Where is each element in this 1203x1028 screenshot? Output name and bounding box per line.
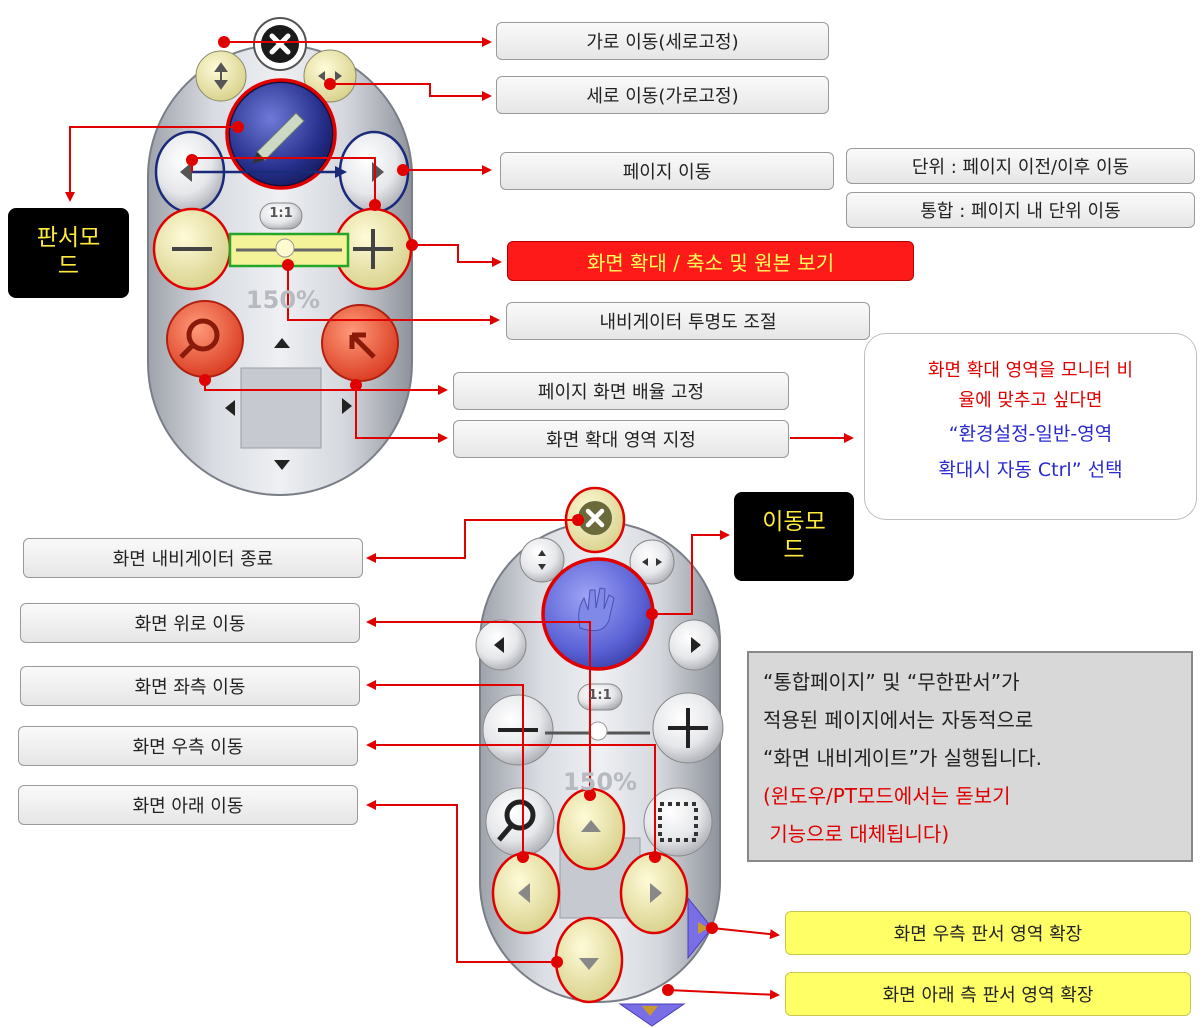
note-line-3: “화면 내비게이트”가 실행됩니다. <box>763 746 1042 770</box>
top-navigator <box>147 17 413 496</box>
note-line-1: “통합페이지” 및 “무한판서”가 <box>763 670 1020 694</box>
writing-mode-badge: 판서모드 <box>8 208 129 298</box>
label-move-down: 화면 아래 이동 <box>18 785 358 825</box>
tip-line-4: 확대시 자동 Ctrl” 선택 <box>938 459 1123 481</box>
label-unit-mode: 단위 : 페이지 이전/이후 이동 <box>846 148 1195 184</box>
tip-line-1: 화면 확대 영역을 모니터 비 <box>927 360 1134 381</box>
label-move-left: 화면 좌측 이동 <box>20 666 360 706</box>
move-mode-badge: 이동모드 <box>734 492 854 581</box>
zoom-level-bottom: 150% <box>562 768 638 796</box>
label-zoom: 화면 확대 / 축소 및 원본 보기 <box>507 241 914 281</box>
label-page-move: 페이지 이동 <box>500 152 834 190</box>
label-zoom-area: 화면 확대 영역 지정 <box>453 420 789 458</box>
auto-navigate-note: “통합페이지” 및 “무한판서”가 적용된 페이지에서는 자동적으로 “화면 내… <box>747 651 1193 862</box>
tip-line-2: 율에 맞추고 싶다면 <box>958 390 1103 411</box>
note-line-5: 기능으로 대체됩니다) <box>763 822 950 846</box>
zoom-level-top: 150% <box>245 286 321 314</box>
note-line-2: 적용된 페이지에서는 자동적으로 <box>763 708 1034 732</box>
bottom-navigator <box>475 486 724 1027</box>
label-extend-right: 화면 우측 판서 영역 확장 <box>785 911 1191 955</box>
one-to-one-top[interactable]: 1:1 <box>262 206 300 221</box>
label-move-right: 화면 우측 이동 <box>18 726 358 766</box>
one-to-one-bottom[interactable]: 1:1 <box>580 688 620 703</box>
label-extend-down: 화면 아래 측 판서 영역 확장 <box>785 972 1191 1016</box>
label-move-up: 화면 위로 이동 <box>20 603 360 643</box>
label-nav-exit: 화면 내비게이터 종료 <box>23 538 363 578</box>
note-line-4: (윈도우/PT모드에서는 돋보기 <box>763 784 1011 808</box>
label-fix-ratio: 페이지 화면 배율 고정 <box>453 372 789 410</box>
label-integrated-mode: 통합 : 페이지 내 단위 이동 <box>846 192 1195 228</box>
label-opacity: 내비게이터 투명도 조절 <box>506 302 870 340</box>
label-v-move: 세로 이동(가로고정) <box>496 76 829 114</box>
zoom-area-tip: 화면 확대 영역을 모니터 비 율에 맞추고 싶다면 “환경설정-일반-영역 확… <box>864 333 1197 520</box>
label-h-move: 가로 이동(세로고정) <box>496 22 829 60</box>
tip-line-3: “환경설정-일반-영역 <box>948 423 1113 445</box>
